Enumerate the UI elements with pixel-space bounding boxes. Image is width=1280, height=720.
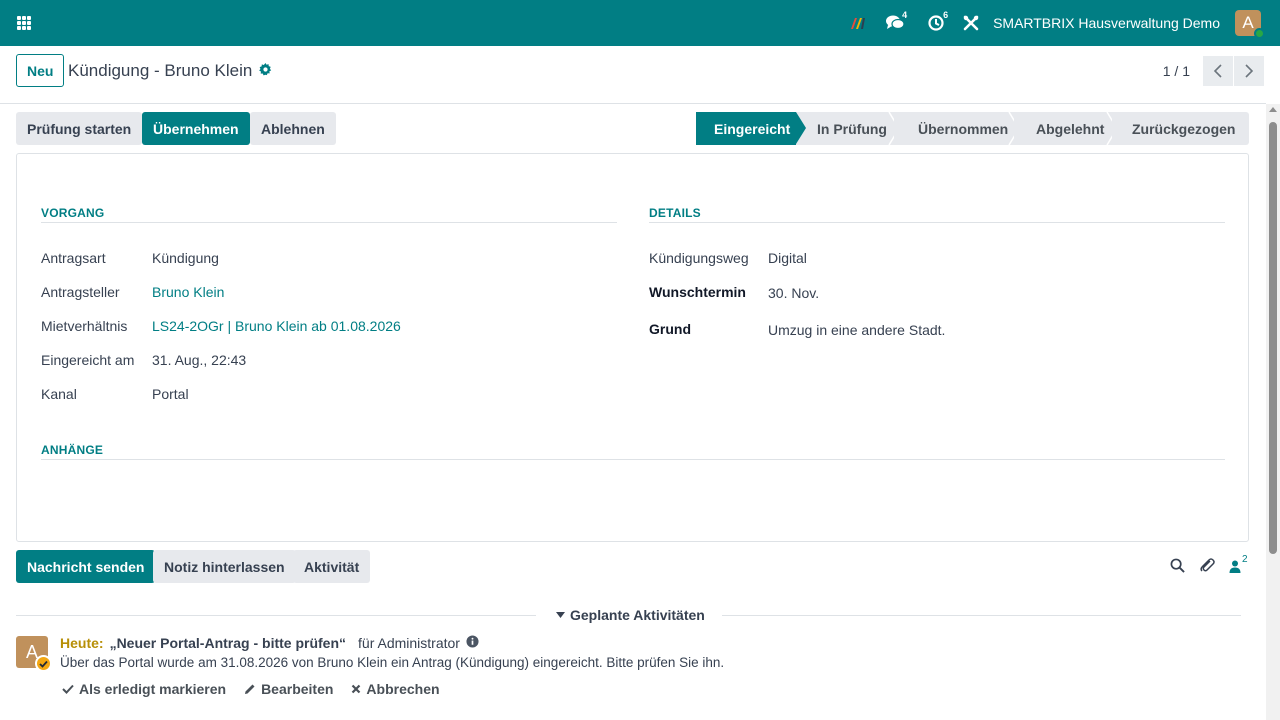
new-button[interactable]: Neu	[16, 54, 65, 87]
planned-activities-divider: Geplante Aktivitäten	[16, 607, 1241, 625]
field-label-eingereicht-am: Eingereicht am	[41, 352, 135, 368]
apps-menu-icon[interactable]	[17, 16, 31, 30]
user-avatar-initial: A	[1242, 13, 1254, 32]
section-title-vorgang: VORGANG	[41, 206, 105, 220]
edit-label: Bearbeiten	[261, 681, 334, 697]
activity-summary: „Neuer Portal-Antrag - bitte prüfen“	[109, 635, 347, 651]
online-status-icon	[1254, 28, 1265, 39]
activity-description: Über das Portal wurde am 31.08.2026 von …	[60, 655, 725, 670]
start-review-button[interactable]: Prüfung starten	[16, 112, 143, 145]
field-value-eingereicht-am[interactable]: 31. Aug., 22:43	[152, 352, 246, 368]
field-value-antragsteller-link[interactable]: Bruno Klein	[152, 284, 224, 300]
breadcrumb: Kündigung - Bruno Klein	[68, 61, 272, 81]
form-sheet: VORGANG Antragsart Kündigung Antragstell…	[16, 153, 1249, 542]
send-message-button[interactable]: Nachricht senden	[16, 550, 156, 583]
pencil-icon	[245, 684, 255, 694]
activity-button[interactable]: Aktivität	[293, 550, 371, 583]
planned-activities-label: Geplante Aktivitäten	[570, 607, 705, 623]
section-title-anhaenge: ANHÄNGE	[41, 443, 104, 457]
caret-down-icon	[556, 612, 565, 618]
control-panel: Neu Kündigung - Bruno Klein 1 / 1	[0, 46, 1266, 104]
field-value-grund[interactable]: Umzug in eine andere Stadt.	[768, 322, 945, 338]
stage-abgelehnt[interactable]: Abgelehnt	[1014, 112, 1118, 145]
section-divider	[41, 222, 617, 223]
reject-button[interactable]: Ablehnen	[250, 112, 336, 145]
section-title-details: DETAILS	[649, 206, 701, 220]
search-icon[interactable]	[1170, 558, 1185, 576]
section-divider	[649, 222, 1225, 223]
activity-due-label: Heute:	[60, 635, 104, 651]
field-label-antragsteller: Antragsteller	[41, 284, 120, 300]
messages-icon[interactable]: 4	[875, 0, 915, 46]
pager-value[interactable]: 1 / 1	[1163, 63, 1190, 79]
activity-assignee: für Administrator	[358, 635, 460, 651]
cancel-label: Abbrechen	[366, 681, 440, 697]
mark-done-button[interactable]: Als erledigt markieren	[62, 681, 226, 697]
stage-zurueckgezogen[interactable]: Zurückgezogen	[1112, 112, 1249, 145]
field-label-mietverhaeltnis: Mietverhältnis	[41, 318, 128, 334]
field-value-mietverhaeltnis-link[interactable]: LS24-2OGr | Bruno Klein ab 01.08.2026	[152, 318, 401, 334]
chatter-toolbar: Nachricht senden Notiz hinterlassen Akti…	[16, 550, 1249, 583]
log-note-button[interactable]: Notiz hinterlassen	[153, 550, 296, 583]
divider-line-left	[16, 615, 536, 616]
company-name[interactable]: SMARTBRIX Hausverwaltung Demo	[993, 15, 1220, 31]
messages-badge: 4	[902, 10, 908, 20]
field-value-wunschtermin[interactable]: 30. Nov.	[768, 285, 819, 301]
stage-pipeline: Eingereicht In Prüfung Übernommen Abgele…	[696, 112, 1249, 145]
check-icon	[62, 684, 74, 694]
follower-user-icon	[1229, 560, 1241, 573]
pager-next-button[interactable]	[1234, 56, 1264, 86]
debug-tools-icon[interactable]	[957, 0, 985, 46]
stage-in-pruefung[interactable]: In Prüfung	[796, 112, 900, 145]
field-value-antragsart[interactable]: Kündigung	[152, 250, 219, 266]
scroll-up-arrow-icon[interactable]	[1269, 107, 1277, 112]
divider-line-right	[722, 615, 1241, 616]
accept-button[interactable]: Übernehmen	[142, 112, 250, 145]
activities-clock-icon[interactable]: 6	[915, 0, 957, 46]
stage-label: Abgelehnt	[1036, 120, 1105, 137]
chatter-tools: 2	[1170, 550, 1248, 583]
stage-eingereicht[interactable]: Eingereicht	[696, 112, 806, 145]
user-avatar[interactable]: A	[1235, 10, 1265, 39]
field-label-antragsart: Antragsart	[41, 250, 106, 266]
stage-label: Eingereicht	[714, 120, 791, 137]
followers-count: 2	[1242, 554, 1248, 565]
chevron-left-icon	[1213, 64, 1222, 78]
activity-actions: Als erledigt markieren Bearbeiten Abbrec…	[62, 681, 440, 697]
record-title: Kündigung - Bruno Klein	[68, 61, 253, 80]
paperclip-icon[interactable]	[1199, 557, 1215, 576]
field-label-kanal: Kanal	[41, 386, 77, 402]
activities-badge: 6	[943, 10, 949, 20]
close-icon	[352, 684, 361, 694]
navbar-systray: 4 6 SMARTBRIX Hausverwaltung Demo A	[843, 0, 1280, 46]
followers-button[interactable]: 2	[1229, 554, 1248, 573]
scrollbar-thumb[interactable]	[1269, 122, 1277, 554]
pager-previous-button[interactable]	[1203, 56, 1233, 86]
field-value-kuendigungsweg[interactable]: Digital	[768, 250, 807, 266]
field-value-kanal[interactable]: Portal	[152, 386, 189, 402]
app-logo-icon[interactable]	[843, 0, 875, 46]
mark-done-label: Als erledigt markieren	[79, 681, 227, 697]
status-bar: Prüfung starten Übernehmen Ablehnen Eing…	[16, 112, 1249, 145]
field-label-grund: Grund	[649, 321, 691, 337]
gear-icon[interactable]	[259, 61, 272, 81]
pager: 1 / 1	[1163, 56, 1264, 86]
chevron-right-icon	[1245, 64, 1254, 78]
section-divider	[41, 459, 1225, 460]
planned-activities-toggle[interactable]: Geplante Aktivitäten	[556, 607, 705, 623]
stage-label: In Prüfung	[817, 120, 887, 137]
field-label-kuendigungsweg: Kündigungsweg	[649, 250, 749, 266]
activity-header: Heute: „Neuer Portal-Antrag - bitte prüf…	[60, 635, 479, 651]
activity-todo-check-icon	[35, 655, 52, 672]
top-navbar: 4 6 SMARTBRIX Hausverwaltung Demo A	[0, 0, 1280, 46]
stage-uebernommen[interactable]: Übernommen	[894, 112, 1020, 145]
info-icon[interactable]	[466, 635, 479, 651]
field-label-wunschtermin: Wunschtermin	[649, 284, 746, 300]
cancel-activity-button[interactable]: Abbrechen	[351, 681, 440, 697]
stage-label: Zurückgezogen	[1132, 120, 1236, 137]
stage-label: Übernommen	[918, 120, 1009, 137]
edit-activity-button[interactable]: Bearbeiten	[244, 681, 333, 697]
